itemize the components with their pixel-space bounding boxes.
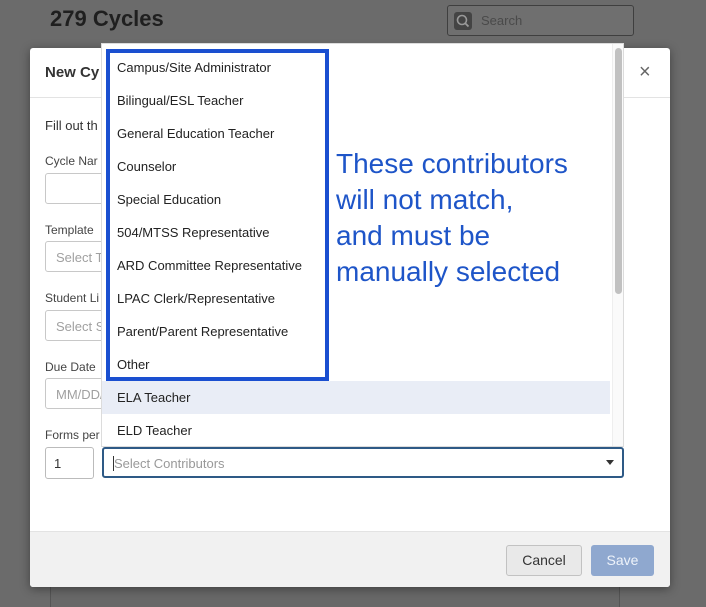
template-label: Template [45, 223, 94, 237]
close-icon[interactable]: × [639, 62, 651, 82]
due-date-placeholder: MM/DD/ [56, 387, 104, 402]
caret-down-icon[interactable] [606, 460, 614, 465]
modal-intro-text: Fill out th [45, 118, 98, 133]
forms-per-input[interactable]: 1 [45, 447, 94, 479]
due-date-label: Due Date [45, 360, 96, 374]
dropdown-item-highlighted[interactable]: ELA Teacher [102, 381, 610, 414]
background-table [50, 586, 620, 607]
template-select[interactable]: Select T [45, 241, 105, 272]
search-icon [454, 12, 472, 30]
annotation-line: manually selected [336, 256, 561, 287]
annotation-line: These contributors [336, 148, 568, 179]
cancel-button[interactable]: Cancel [506, 545, 582, 576]
cycle-name-label: Cycle Nar [45, 154, 98, 168]
search-placeholder: Search [481, 13, 523, 28]
scrollbar-thumb[interactable] [615, 48, 622, 294]
cycle-name-input[interactable] [45, 173, 105, 204]
due-date-input[interactable]: MM/DD/ [45, 378, 105, 409]
dropdown-scrollbar[interactable] [612, 44, 623, 446]
modal-title: New Cy [45, 64, 100, 81]
modal-footer: Cancel Save [30, 531, 670, 587]
student-list-placeholder: Select S [56, 319, 105, 334]
annotation-text: These contributors will not match, and m… [336, 146, 606, 290]
student-list-select[interactable]: Select S [45, 310, 105, 341]
annotation-line: and must be [336, 220, 491, 251]
annotation-line: will not match, [336, 184, 514, 215]
save-button[interactable]: Save [591, 545, 654, 576]
contributors-placeholder: Select Contributors [114, 456, 225, 471]
page-title: 279 Cycles [50, 6, 164, 31]
contributors-select[interactable]: Select Contributors [102, 447, 624, 478]
forms-per-label: Forms per [45, 428, 100, 442]
template-placeholder: Select T [56, 250, 104, 265]
student-list-label: Student Li [45, 291, 100, 305]
annotation-highlight-box [106, 49, 329, 381]
search-box[interactable]: Search [447, 5, 634, 36]
forms-per-value: 1 [54, 456, 62, 471]
dropdown-item[interactable]: ELD Teacher [102, 414, 610, 446]
